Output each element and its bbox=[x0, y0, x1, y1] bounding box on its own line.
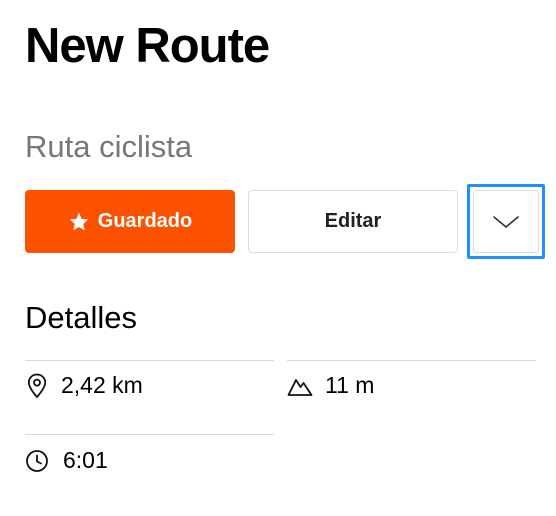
elevation-stat: 11 m bbox=[287, 372, 374, 399]
time-value: 6:01 bbox=[63, 447, 108, 473]
edit-button[interactable]: Editar bbox=[248, 190, 458, 253]
saved-button-label: Guardado bbox=[97, 210, 193, 232]
divider bbox=[25, 434, 274, 435]
mountain-icon bbox=[287, 378, 313, 396]
divider bbox=[25, 360, 274, 361]
divider bbox=[287, 360, 536, 361]
location-pin-icon bbox=[27, 373, 47, 398]
clock-icon bbox=[26, 449, 48, 472]
time-stat: 6:01 bbox=[25, 447, 108, 474]
distance-value: 2,42 km bbox=[61, 372, 143, 398]
details-heading: Detalles bbox=[25, 300, 137, 335]
more-options-button-body[interactable] bbox=[473, 190, 539, 253]
more-options-button[interactable] bbox=[467, 184, 545, 259]
route-type: Ruta ciclista bbox=[25, 129, 193, 164]
distance-stat: 2,42 km bbox=[27, 372, 143, 399]
star-icon bbox=[69, 212, 89, 230]
chevron-down-icon bbox=[493, 215, 519, 228]
edit-button-label: Editar bbox=[324, 210, 382, 232]
elevation-value: 11 m bbox=[325, 372, 375, 398]
saved-button[interactable]: Guardado bbox=[25, 190, 235, 253]
page-title: New Route bbox=[25, 19, 270, 73]
